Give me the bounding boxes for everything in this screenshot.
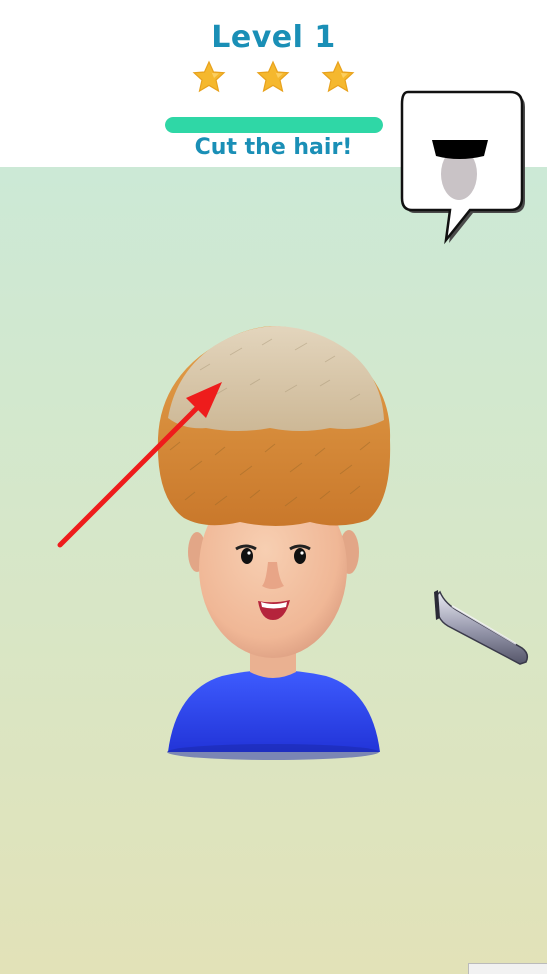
character-hair: [157, 326, 391, 526]
hair-clipper-icon[interactable]: [434, 590, 529, 665]
character-scene: [57, 326, 529, 760]
character-body: [167, 640, 380, 760]
corner-label: [468, 963, 547, 974]
game-screen: Level 1 Cut the hair!: [0, 0, 547, 974]
